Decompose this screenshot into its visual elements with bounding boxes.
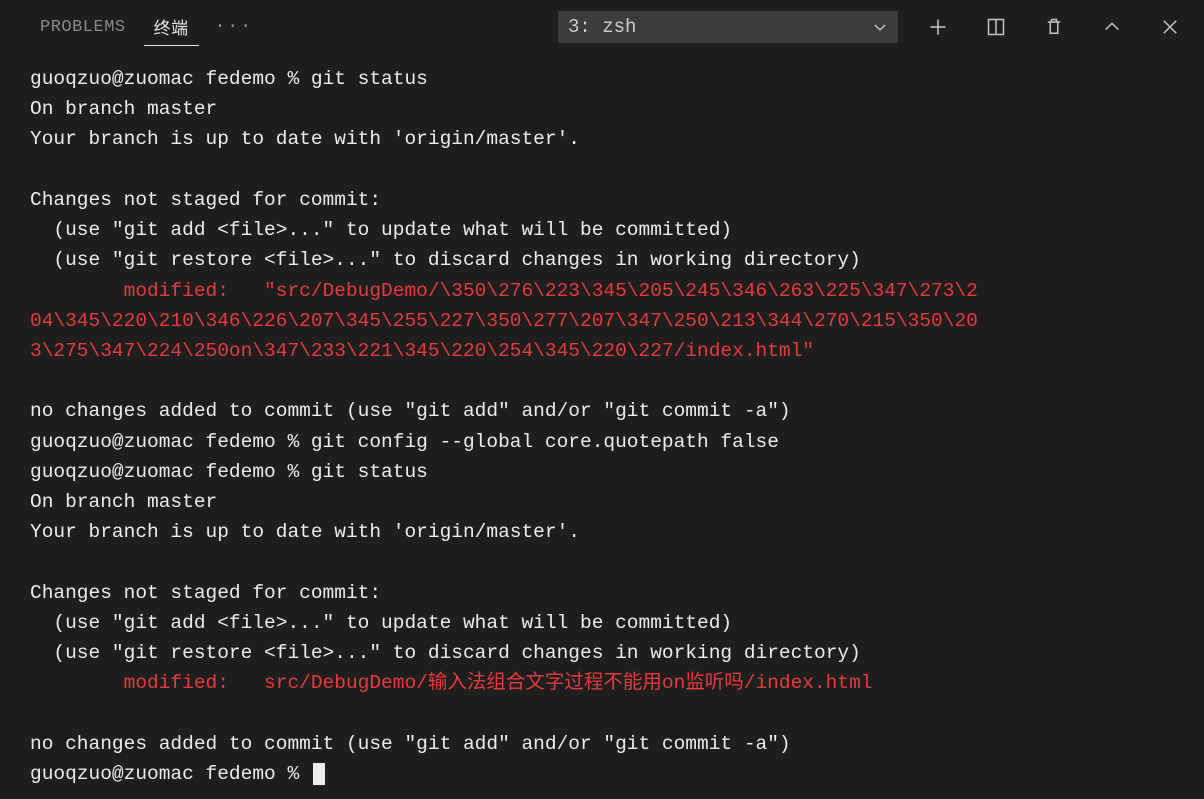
line: no changes added to commit (use "git add… (30, 733, 791, 755)
terminal-selector-label: 3: zsh (568, 16, 636, 38)
line: no changes added to commit (use "git add… (30, 400, 791, 422)
line: (use "git add <file>..." to update what … (30, 612, 732, 634)
line: Your branch is up to date with 'origin/m… (30, 521, 580, 543)
line: On branch master (30, 98, 217, 120)
cursor (313, 763, 325, 785)
line-modified: 3\275\347\224\250on\347\233\221\345\220\… (30, 340, 814, 362)
new-terminal-button[interactable] (920, 9, 956, 45)
close-icon (1160, 17, 1180, 37)
line: On branch master (30, 491, 217, 513)
tab-terminal[interactable]: 终端 (144, 8, 199, 46)
kill-terminal-button[interactable] (1036, 9, 1072, 45)
close-panel-button[interactable] (1152, 9, 1188, 45)
line: guoqzuo@zuomac fedemo % git status (30, 461, 428, 483)
chevron-down-icon (872, 19, 888, 35)
plus-icon (928, 17, 948, 37)
more-icon[interactable]: ··· (207, 17, 261, 37)
split-icon (986, 17, 1006, 37)
line: Changes not staged for commit: (30, 189, 381, 211)
line: guoqzuo@zuomac fedemo % git config --glo… (30, 431, 779, 453)
terminal-selector[interactable]: 3: zsh (558, 11, 898, 43)
line: Changes not staged for commit: (30, 582, 381, 604)
terminal-output[interactable]: guoqzuo@zuomac fedemo % git status On br… (0, 54, 1204, 799)
trash-icon (1044, 17, 1064, 37)
line: (use "git restore <file>..." to discard … (30, 249, 861, 271)
chevron-up-icon (1102, 17, 1122, 37)
prompt-line: guoqzuo@zuomac fedemo % (30, 763, 311, 785)
line: guoqzuo@zuomac fedemo % git status (30, 68, 428, 90)
line: Your branch is up to date with 'origin/m… (30, 128, 580, 150)
line: (use "git restore <file>..." to discard … (30, 642, 861, 664)
line: (use "git add <file>..." to update what … (30, 219, 732, 241)
panel-header: PROBLEMS 终端 ··· 3: zsh (0, 0, 1204, 54)
maximize-panel-button[interactable] (1094, 9, 1130, 45)
line-modified: 04\345\220\210\346\226\207\345\255\227\3… (30, 310, 978, 332)
line-modified: modified: src/DebugDemo/输入法组合文字过程不能用on监听… (30, 672, 873, 694)
split-terminal-button[interactable] (978, 9, 1014, 45)
line-modified: modified: "src/DebugDemo/\350\276\223\34… (30, 280, 978, 302)
tab-problems[interactable]: PROBLEMS (30, 12, 136, 43)
